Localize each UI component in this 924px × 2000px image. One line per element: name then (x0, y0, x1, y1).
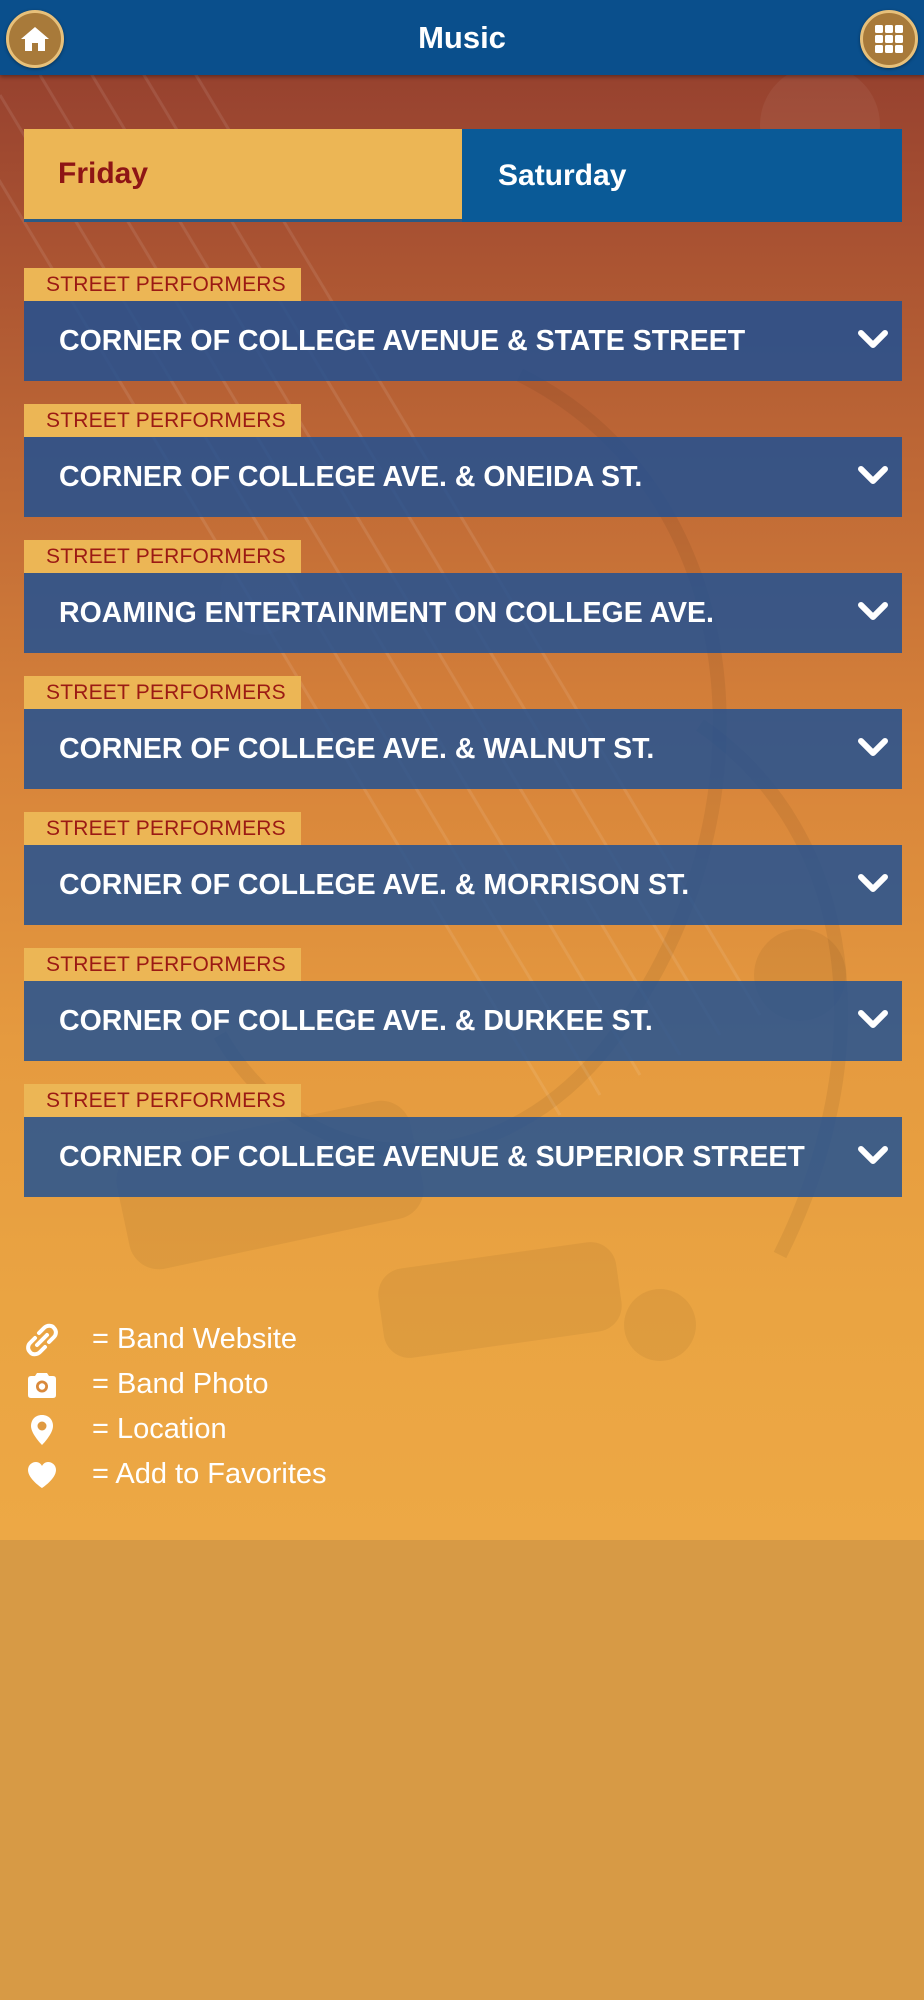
grid-menu-icon (875, 25, 903, 53)
legend-text: = Band Photo (92, 1368, 269, 1400)
heart-icon (28, 1461, 56, 1488)
legend-row: = Band Photo (24, 1362, 524, 1407)
category-label: STREET PERFORMERS (24, 404, 301, 437)
chevron-down-icon (858, 1146, 888, 1164)
chevron-down-icon (858, 874, 888, 892)
top-bar: Music (0, 0, 924, 75)
item-title: CORNER OF COLLEGE AVE. & DURKEE ST. (59, 1004, 653, 1037)
category-label: STREET PERFORMERS (24, 268, 301, 301)
accordion-header[interactable]: CORNER OF COLLEGE AVE. & ONEIDA ST. (24, 437, 902, 517)
page-title: Music (418, 20, 506, 55)
item-title: CORNER OF COLLEGE AVENUE & STATE STREET (59, 324, 746, 357)
list-item: STREET PERFORMERS CORNER OF COLLEGE AVE.… (24, 948, 902, 1084)
accordion-header[interactable]: ROAMING ENTERTAINMENT ON COLLEGE AVE. (24, 573, 902, 653)
grid-menu-button[interactable] (860, 10, 918, 68)
item-title: CORNER OF COLLEGE AVE. & MORRISON ST. (59, 868, 690, 901)
chevron-down-icon (858, 466, 888, 484)
icon-legend: = Band Website = Band Photo = Location =… (24, 1317, 524, 1497)
category-label: STREET PERFORMERS (24, 812, 301, 845)
map-pin-icon (31, 1414, 53, 1445)
list-item: STREET PERFORMERS CORNER OF COLLEGE AVE.… (24, 404, 902, 540)
item-title: CORNER OF COLLEGE AVE. & WALNUT ST. (59, 732, 655, 765)
tab-friday[interactable]: Friday (24, 129, 462, 222)
legend-text: = Band Website (92, 1323, 298, 1355)
item-title: CORNER OF COLLEGE AVE. & ONEIDA ST. (59, 460, 643, 493)
chevron-down-icon (858, 738, 888, 756)
category-label: STREET PERFORMERS (24, 540, 301, 573)
day-tabs: Friday Saturday (24, 129, 902, 222)
tab-saturday[interactable]: Saturday (462, 129, 902, 222)
category-label: STREET PERFORMERS (24, 1084, 301, 1117)
legend-text: = Location (92, 1413, 227, 1445)
list-item: STREET PERFORMERS CORNER OF COLLEGE AVE.… (24, 676, 902, 812)
accordion-header[interactable]: CORNER OF COLLEGE AVE. & WALNUT ST. (24, 709, 902, 789)
chevron-down-icon (858, 330, 888, 348)
list-item: STREET PERFORMERS CORNER OF COLLEGE AVEN… (24, 1084, 902, 1220)
legend-text: = Add to Favorites (92, 1458, 327, 1490)
accordion-header[interactable]: CORNER OF COLLEGE AVENUE & STATE STREET (24, 301, 902, 381)
item-title: ROAMING ENTERTAINMENT ON COLLEGE AVE. (59, 596, 714, 629)
category-label: STREET PERFORMERS (24, 948, 301, 981)
chevron-down-icon (858, 602, 888, 620)
list-item: STREET PERFORMERS CORNER OF COLLEGE AVEN… (24, 268, 902, 404)
accordion-header[interactable]: CORNER OF COLLEGE AVE. & MORRISON ST. (24, 845, 902, 925)
item-title: CORNER OF COLLEGE AVENUE & SUPERIOR STRE… (59, 1140, 805, 1173)
legend-row: = Band Website (24, 1317, 524, 1362)
accordion-header[interactable]: CORNER OF COLLEGE AVENUE & SUPERIOR STRE… (24, 1117, 902, 1197)
category-label: STREET PERFORMERS (24, 676, 301, 709)
link-icon (26, 1323, 58, 1356)
performance-list: STREET PERFORMERS CORNER OF COLLEGE AVEN… (24, 268, 902, 1220)
legend-row: = Location (24, 1407, 524, 1452)
list-item: STREET PERFORMERS CORNER OF COLLEGE AVE.… (24, 812, 902, 948)
legend-row: = Add to Favorites (24, 1452, 524, 1497)
camera-icon (28, 1372, 56, 1398)
chevron-down-icon (858, 1010, 888, 1028)
list-item: STREET PERFORMERS ROAMING ENTERTAINMENT … (24, 540, 902, 676)
accordion-header[interactable]: CORNER OF COLLEGE AVE. & DURKEE ST. (24, 981, 902, 1061)
